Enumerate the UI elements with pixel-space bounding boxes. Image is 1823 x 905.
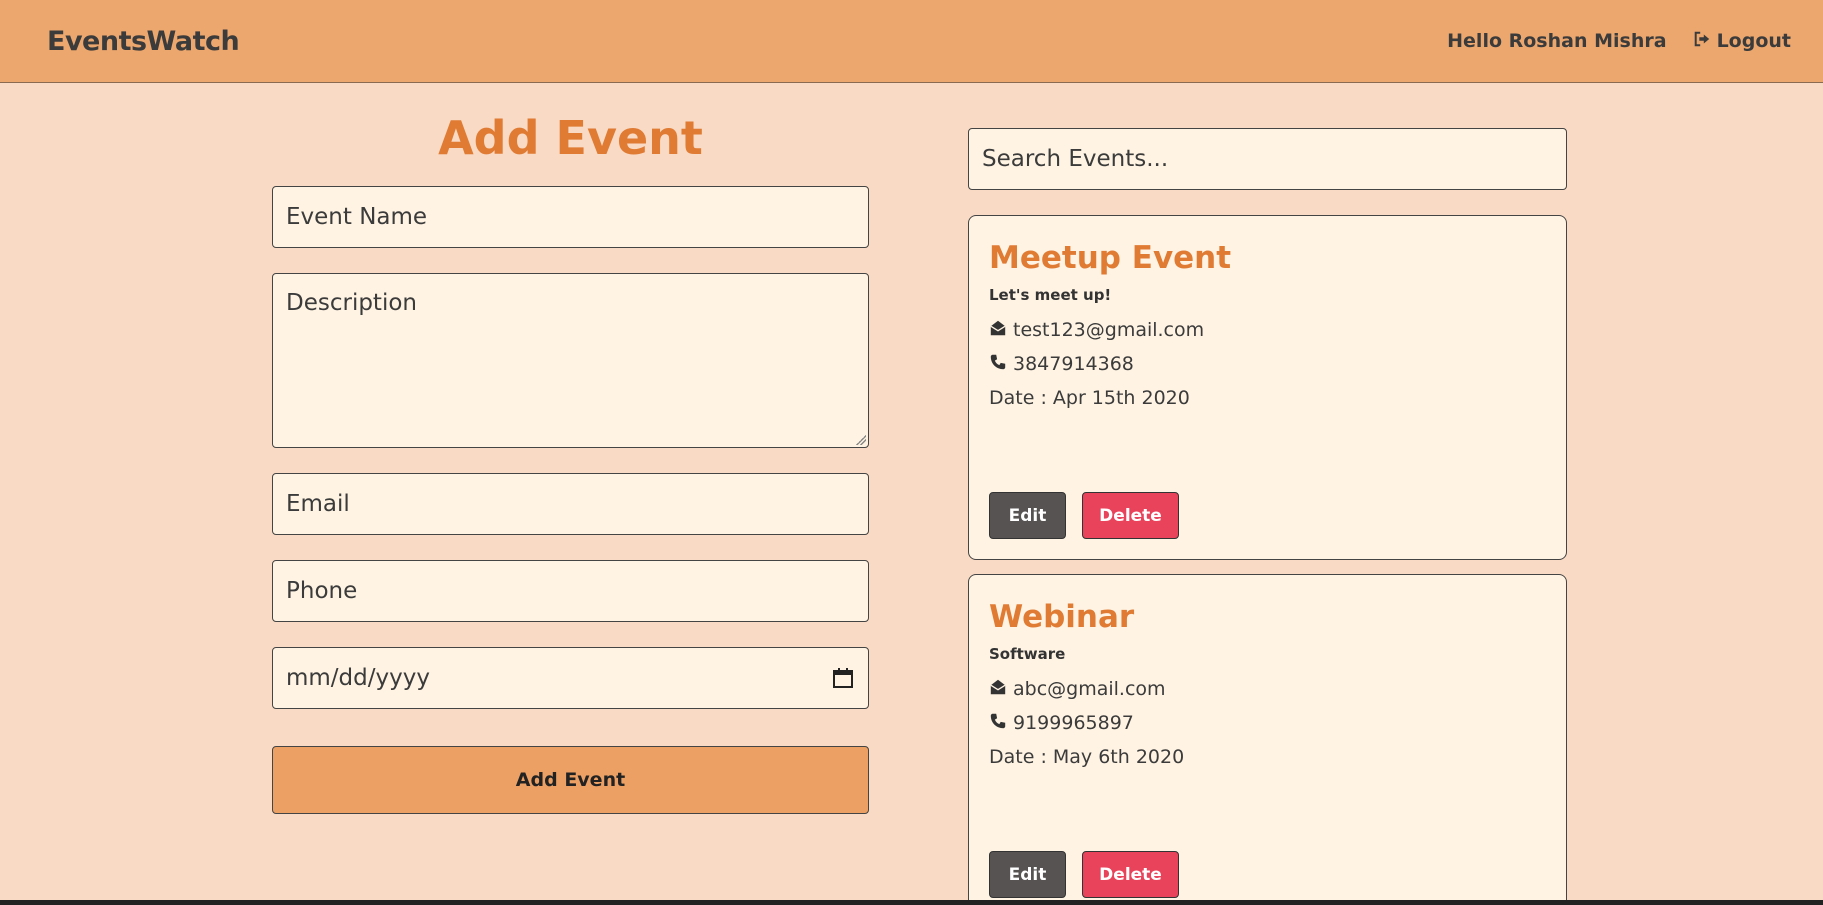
event-email-text: abc@gmail.com: [1013, 678, 1166, 700]
event-description: Software: [989, 645, 1066, 663]
edit-button[interactable]: Edit: [989, 492, 1066, 539]
description-placeholder: Description: [286, 290, 417, 316]
add-event-button[interactable]: Add Event: [272, 746, 869, 814]
nav-right: Hello Roshan Mishra Logout: [1447, 30, 1791, 53]
event-phone: 3847914368: [989, 353, 1546, 376]
event-email-text: test123@gmail.com: [1013, 319, 1205, 341]
event-phone: 9199965897: [989, 712, 1546, 735]
event-date: Date : Apr 15th 2020: [989, 387, 1190, 409]
resize-handle[interactable]: [856, 435, 866, 445]
phone-icon: [989, 712, 1007, 735]
sign-out-icon: [1693, 30, 1711, 53]
calendar-icon[interactable]: [831, 666, 855, 690]
envelope-icon: [989, 678, 1007, 701]
email-placeholder: Email: [286, 491, 350, 517]
envelope-icon: [989, 319, 1007, 342]
phone-icon: [989, 353, 1007, 376]
event-card: Meetup Event Let's meet up! test123@gmai…: [968, 215, 1567, 560]
date-placeholder: mm/dd/yyyy: [286, 665, 430, 691]
event-title: Webinar: [989, 599, 1135, 635]
add-event-form: Add Event Event Name Description Email P…: [272, 112, 869, 814]
search-input[interactable]: Search Events...: [968, 128, 1567, 190]
edit-button[interactable]: Edit: [989, 851, 1066, 898]
date-input[interactable]: mm/dd/yyyy: [272, 647, 869, 709]
description-textarea[interactable]: Description: [272, 273, 869, 448]
event-actions: Edit Delete: [989, 851, 1179, 898]
logout-button[interactable]: Logout: [1693, 30, 1791, 53]
event-actions: Edit Delete: [989, 492, 1179, 539]
event-description: Let's meet up!: [989, 286, 1112, 304]
delete-button[interactable]: Delete: [1082, 492, 1179, 539]
phone-input[interactable]: Phone: [272, 560, 869, 622]
event-phone-text: 9199965897: [1013, 712, 1134, 734]
form-title: Add Event: [438, 111, 703, 165]
phone-placeholder: Phone: [286, 578, 358, 604]
event-card: Webinar Software abc@gmail.com 919996589…: [968, 574, 1567, 905]
event-title: Meetup Event: [989, 240, 1232, 276]
logout-label: Logout: [1716, 30, 1791, 52]
event-name-placeholder: Event Name: [286, 204, 428, 230]
event-email: test123@gmail.com: [989, 319, 1546, 342]
search-placeholder: Search Events...: [982, 146, 1169, 172]
brand-logo[interactable]: EventsWatch: [47, 26, 240, 57]
event-date: Date : May 6th 2020: [989, 746, 1185, 768]
email-input[interactable]: Email: [272, 473, 869, 535]
event-phone-text: 3847914368: [1013, 353, 1134, 375]
navbar: EventsWatch Hello Roshan Mishra Logout: [0, 0, 1823, 83]
bottom-edge: [0, 900, 1823, 905]
user-greeting: Hello Roshan Mishra: [1447, 30, 1667, 52]
event-name-input[interactable]: Event Name: [272, 186, 869, 248]
event-email: abc@gmail.com: [989, 678, 1546, 701]
events-list: Search Events... Meetup Event Let's meet…: [968, 128, 1567, 905]
delete-button[interactable]: Delete: [1082, 851, 1179, 898]
